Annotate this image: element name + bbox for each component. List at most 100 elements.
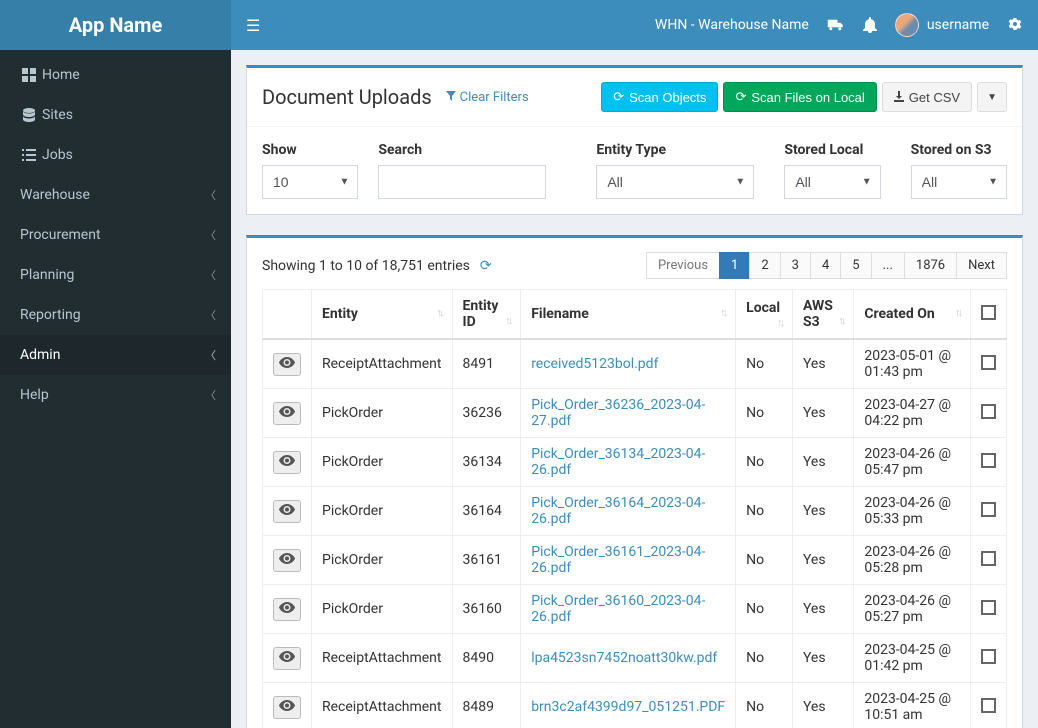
sidebar-item-home[interactable]: Home [0, 55, 231, 95]
select-all-checkbox[interactable] [981, 305, 996, 320]
get-csv-button[interactable]: Get CSV [882, 82, 972, 112]
view-row-button[interactable] [273, 451, 301, 474]
page-1[interactable]: 1 [719, 252, 750, 279]
cell-aws-s3: Yes [792, 438, 853, 487]
page-2[interactable]: 2 [749, 252, 780, 279]
stored-s3-select[interactable] [911, 165, 1007, 199]
filename-link[interactable]: lpa4523sn7452noatt30kw.pdf [531, 650, 717, 666]
sidebar-item-jobs[interactable]: Jobs [0, 135, 231, 175]
sidebar-item-warehouse[interactable]: Warehouse〈 [0, 175, 231, 215]
sidebar-item-label: Reporting [20, 307, 205, 323]
eye-icon [279, 552, 295, 568]
table-row: PickOrder36236Pick_Order_36236_2023-04-2… [263, 389, 1007, 438]
view-row-button[interactable] [273, 353, 301, 376]
search-input[interactable] [378, 165, 546, 199]
cell-entity-id: 8490 [452, 634, 521, 683]
page-next[interactable]: Next [956, 252, 1007, 279]
row-checkbox[interactable] [981, 551, 996, 566]
truck-icon[interactable] [827, 18, 845, 32]
stored-local-label: Stored Local [784, 142, 880, 158]
cell-local: No [736, 389, 793, 438]
cell-created-on: 2023-04-26 @ 05:28 pm [854, 536, 971, 585]
row-checkbox[interactable] [981, 453, 996, 468]
sidebar-item-procurement[interactable]: Procurement〈 [0, 215, 231, 255]
sidebar-toggle-icon[interactable]: ☰ [246, 16, 260, 35]
col-entity-id[interactable]: Entity ID↑↓ [452, 290, 521, 340]
view-row-button[interactable] [273, 647, 301, 670]
cell-entity-id: 36164 [452, 487, 521, 536]
cell-entity-id: 8489 [452, 683, 521, 728]
row-checkbox[interactable] [981, 698, 996, 713]
cell-created-on: 2023-04-25 @ 01:42 pm [854, 634, 971, 683]
sidebar-item-reporting[interactable]: Reporting〈 [0, 295, 231, 335]
row-checkbox[interactable] [981, 404, 996, 419]
col-entity[interactable]: Entity↑↓ [312, 290, 453, 340]
cell-entity-id: 36134 [452, 438, 521, 487]
warehouse-selector[interactable]: WHN - Warehouse Name [655, 17, 809, 33]
entity-type-select[interactable] [596, 165, 754, 199]
filename-link[interactable]: Pick_Order_36164_2023-04-26.pdf [531, 495, 705, 527]
eye-icon [279, 503, 295, 519]
view-row-button[interactable] [273, 696, 301, 719]
row-checkbox[interactable] [981, 600, 996, 615]
bell-icon[interactable] [863, 17, 877, 33]
cell-entity-id: 36236 [452, 389, 521, 438]
pagination: Previous12345...1876Next [646, 252, 1007, 279]
eye-icon [279, 699, 295, 715]
chevron-left-icon: 〈 [205, 267, 216, 283]
stored-local-select[interactable] [784, 165, 880, 199]
col-view [263, 290, 312, 340]
search-label: Search [378, 142, 546, 158]
row-checkbox[interactable] [981, 649, 996, 664]
csv-dropdown-toggle[interactable]: ▼ [977, 82, 1007, 112]
col-filename[interactable]: Filename↑↓ [521, 290, 736, 340]
scan-files-local-button[interactable]: ⟳ Scan Files on Local [723, 82, 876, 112]
uploads-table: Entity↑↓ Entity ID↑↓ Filename↑↓ Local↑↓ … [262, 289, 1007, 728]
col-created-on[interactable]: Created On↑↓ [854, 290, 971, 340]
list-icon [18, 149, 40, 161]
filename-link[interactable]: Pick_Order_36236_2023-04-27.pdf [531, 397, 705, 429]
scan-objects-button[interactable]: ⟳ Scan Objects [601, 82, 718, 112]
refresh-table-icon[interactable]: ⟳ [480, 258, 492, 274]
clear-filters-link[interactable]: Clear Filters [446, 90, 529, 105]
filename-link[interactable]: Pick_Order_36161_2023-04-26.pdf [531, 544, 705, 576]
cell-local: No [736, 683, 793, 728]
page-4[interactable]: 4 [810, 252, 841, 279]
sidebar-item-admin[interactable]: Admin〈 [0, 335, 231, 375]
cell-created-on: 2023-04-26 @ 05:47 pm [854, 438, 971, 487]
row-checkbox[interactable] [981, 502, 996, 517]
view-row-button[interactable] [273, 402, 301, 425]
user-menu[interactable]: username [895, 13, 989, 37]
gears-icon[interactable] [1007, 17, 1023, 33]
page-previous[interactable]: Previous [646, 252, 720, 279]
sidebar-item-label: Jobs [42, 147, 216, 163]
page-5[interactable]: 5 [840, 252, 871, 279]
page-...[interactable]: ... [871, 252, 905, 279]
sidebar-item-help[interactable]: Help〈 [0, 375, 231, 415]
col-aws-s3[interactable]: AWS S3↑↓ [792, 290, 853, 340]
warehouse-label: WHN - Warehouse Name [655, 17, 809, 33]
sidebar-item-label: Warehouse [20, 187, 205, 203]
filename-link[interactable]: brn3c2af4399d97_051251.PDF [531, 699, 725, 715]
app-logo[interactable]: App Name [0, 0, 231, 50]
sort-icon: ↑↓ [777, 316, 782, 329]
chevron-left-icon: 〈 [205, 387, 216, 403]
page-3[interactable]: 3 [780, 252, 811, 279]
sidebar-item-label: Sites [42, 107, 216, 123]
cell-aws-s3: Yes [792, 339, 853, 389]
view-row-button[interactable] [273, 598, 301, 621]
col-local[interactable]: Local↑↓ [736, 290, 793, 340]
row-checkbox[interactable] [981, 355, 996, 370]
filename-link[interactable]: received5123bol.pdf [531, 356, 658, 372]
filename-link[interactable]: Pick_Order_36160_2023-04-26.pdf [531, 593, 705, 625]
show-select[interactable] [262, 165, 358, 199]
view-row-button[interactable] [273, 500, 301, 523]
view-row-button[interactable] [273, 549, 301, 572]
sidebar-item-planning[interactable]: Planning〈 [0, 255, 231, 295]
sidebar-item-sites[interactable]: Sites [0, 95, 231, 135]
cell-entity-id: 36160 [452, 585, 521, 634]
cell-aws-s3: Yes [792, 536, 853, 585]
page-1876[interactable]: 1876 [904, 252, 957, 279]
cell-created-on: 2023-05-01 @ 01:43 pm [854, 339, 971, 389]
filename-link[interactable]: Pick_Order_36134_2023-04-26.pdf [531, 446, 705, 478]
